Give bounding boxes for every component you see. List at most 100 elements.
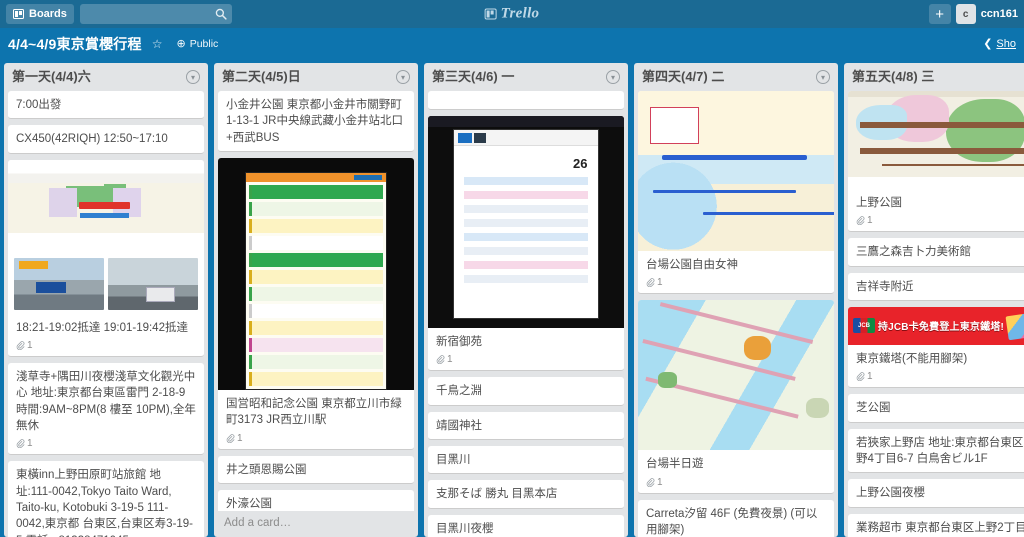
- card-body: Carreta汐留 46F (免費夜景) (可以用腳架): [638, 500, 834, 537]
- card-title: 外濠公園: [226, 497, 272, 510]
- card-title: 吉祥寺附近: [856, 280, 914, 293]
- card-list[interactable]: 小金井公園 東京都小金井市關野町1-13-1 JR中央線武藏小金井站北口+西武B…: [214, 90, 418, 511]
- card[interactable]: CX450(42RIQH) 12:50~17:10: [8, 125, 204, 154]
- card[interactable]: 目黑川夜櫻: [428, 514, 624, 537]
- list-title[interactable]: 第五天(4/8) 三: [852, 69, 1024, 85]
- boards-button-label: Boards: [29, 8, 67, 20]
- chevron-down-icon[interactable]: ▾: [816, 70, 830, 85]
- list: 第五天(4/8) 三▾ 上野公園 1 三鷹之森吉卜力美術館吉祥寺附近 JCB持JCB卡免…: [844, 63, 1024, 537]
- card[interactable]: 7:00出發: [8, 90, 204, 120]
- card[interactable]: 上野公園夜櫻: [848, 479, 1024, 508]
- chevron-down-icon[interactable]: ▾: [396, 70, 410, 85]
- attachment-count: 1: [867, 371, 873, 383]
- card-title: 井之頭恩賜公園: [226, 463, 307, 476]
- attachment-count: 1: [27, 438, 33, 450]
- list-title[interactable]: 第二天(4/5)日: [222, 69, 396, 85]
- board-title[interactable]: 4/4~4/9東京賞櫻行程: [8, 34, 142, 54]
- card-list[interactable]: 台場公園自由女神 1 台場半日遊 1 Carreta汐留 46F (免費夜景) (可以用…: [634, 90, 838, 537]
- avatar: c: [955, 4, 976, 24]
- attachment-badge: 1: [856, 215, 873, 226]
- card-cover-ueno-park-map: [848, 90, 1024, 189]
- card-cover-odaiba-area-map: [638, 300, 834, 451]
- card-body: 東橫inn上野田原町站旅館 地址:111-0042,Tokyo Taito Wa…: [8, 461, 204, 537]
- board-header-bar: 4/4~4/9東京賞櫻行程 ☆ ⊕ Public ❮ Sho: [0, 28, 1024, 59]
- card-badges: 1: [226, 433, 406, 444]
- card-list[interactable]: 上野公園 1 三鷹之森吉卜力美術館 吉祥寺附近 JCB 持JCB卡免費登上東京鐵塔! 東京鐵…: [844, 90, 1024, 537]
- card-badges: 1: [856, 215, 1024, 226]
- card[interactable]: 台場半日遊 1: [638, 300, 834, 494]
- search-input[interactable]: [79, 4, 232, 24]
- card[interactable]: 国営昭和記念公園 東京都立川市緑町3173 JR西立川駅 1: [218, 157, 414, 450]
- card[interactable]: 目黑川: [428, 445, 624, 475]
- card[interactable]: Carreta汐留 46F (免費夜景) (可以用腳架): [638, 499, 834, 537]
- member-menu[interactable]: c ccn161: [955, 4, 1018, 24]
- card[interactable]: 東橫inn上野田原町站旅館 地址:111-0042,Tokyo Taito Wa…: [8, 461, 204, 537]
- card[interactable]: [428, 90, 624, 110]
- list-title[interactable]: 第四天(4/7) 二: [642, 69, 816, 85]
- card-list[interactable]: 7:00出發 CX450(42RIQH) 12:50~17:10 18:21-19:…: [4, 90, 208, 537]
- chevron-down-icon[interactable]: ▾: [186, 70, 200, 85]
- card[interactable]: 芝公園: [848, 394, 1024, 423]
- add-button[interactable]: +: [928, 4, 951, 24]
- card-list[interactable]: 26新宿御苑1千鳥之淵靖國神社目黑川支那そば 勝丸 目黑本店目黑川夜櫻文京Civ…: [424, 90, 628, 537]
- list-header: 第四天(4/7) 二 ▾: [634, 63, 838, 91]
- card-body: 新宿御苑 1: [428, 328, 624, 370]
- attachment-badge: 1: [436, 354, 453, 365]
- attachment-badge: 1: [16, 438, 33, 449]
- card[interactable]: 小金井公園 東京都小金井市關野町1-13-1 JR中央線武藏小金井站北口+西武B…: [218, 90, 414, 152]
- paperclip-icon: [226, 433, 235, 443]
- card-body: 芝公園: [848, 394, 1024, 421]
- star-icon[interactable]: ☆: [152, 37, 163, 51]
- board-visibility-button[interactable]: ⊕ Public: [176, 37, 218, 51]
- card-title: 千鳥之淵: [436, 385, 482, 398]
- card-body: 支那そば 勝丸 目黑本店: [428, 480, 624, 507]
- card-body: 淺草寺+隅田川夜櫻淺草文化觀光中心 地址:東京都台東區雷門 2-18-9 時間:…: [8, 363, 204, 454]
- card-title: 国営昭和記念公園 東京都立川市緑町3173 JR西立川駅: [226, 397, 402, 427]
- card-title: 台場半日遊: [646, 458, 704, 471]
- jcb-card-image: [1005, 311, 1024, 341]
- card[interactable]: 井之頭恩賜公園: [218, 455, 414, 484]
- attachment-badge: 1: [646, 477, 663, 488]
- list-title[interactable]: 第一天(4/4)六: [12, 69, 186, 85]
- card[interactable]: 靖國神社: [428, 411, 624, 440]
- search-container: [74, 4, 232, 24]
- card[interactable]: 吉祥寺附近: [848, 272, 1024, 301]
- card-body: CX450(42RIQH) 12:50~17:10: [8, 125, 204, 152]
- show-menu-button[interactable]: ❮ Sho: [983, 37, 1016, 51]
- chevron-down-icon[interactable]: ▾: [606, 70, 620, 85]
- attachment-count: 1: [867, 215, 873, 227]
- trello-logo[interactable]: Trello: [484, 6, 540, 23]
- card[interactable]: 淺草寺+隅田川夜櫻淺草文化觀光中心 地址:東京都台東區雷門 2-18-9 時間:…: [8, 362, 204, 456]
- add-card-button[interactable]: Add a card…: [214, 511, 418, 537]
- card-body: 靖國神社: [428, 412, 624, 439]
- card[interactable]: 外濠公園: [218, 489, 414, 511]
- card-title: 支那そば 勝丸 目黑本店: [436, 488, 558, 501]
- boards-button[interactable]: Boards: [6, 4, 74, 24]
- card[interactable]: 支那そば 勝丸 目黑本店: [428, 480, 624, 509]
- card-title: 芝公園: [856, 402, 891, 415]
- card-title: 小金井公園 東京都小金井市關野町1-13-1 JR中央線武藏小金井站北口+西武B…: [226, 98, 403, 144]
- card-body: 吉祥寺附近: [848, 273, 1024, 300]
- card-title: 靖國神社: [436, 419, 482, 432]
- member-name: ccn161: [980, 8, 1018, 20]
- card-body: 上野公園 1: [848, 189, 1024, 231]
- card[interactable]: 若狹家上野店 地址:東京都台東区上野4丁目6-7 白鳥舍ビル1F: [848, 428, 1024, 474]
- card[interactable]: 業務超市 東京都台東区上野2丁目3番4号: [848, 513, 1024, 537]
- card[interactable]: 26 新宿御苑 1: [428, 115, 624, 372]
- card-body: 7:00出發: [8, 91, 204, 118]
- card-title: 目黑川: [436, 453, 471, 466]
- card-title: 東京鐵塔(不能用腳架): [856, 352, 968, 365]
- paperclip-icon: [856, 216, 865, 226]
- card[interactable]: 18:21-19:02抵達 19:01-19:42抵達 1: [8, 159, 204, 357]
- card[interactable]: 千鳥之淵: [428, 377, 624, 406]
- card[interactable]: 三鷹之森吉卜力美術館: [848, 238, 1024, 267]
- card[interactable]: 上野公園 1: [848, 90, 1024, 233]
- card[interactable]: JCB 持JCB卡免費登上東京鐵塔! 東京鐵塔(不能用腳架) 1: [848, 306, 1024, 389]
- board-canvas: 第一天(4/4)六 ▾ 7:00出發 CX450(42RIQH) 12:50~17:1…: [0, 59, 1024, 537]
- list-title[interactable]: 第三天(4/6) 一: [432, 69, 606, 85]
- jcb-banner-text: 持JCB卡免費登上東京鐵塔!: [877, 322, 1005, 334]
- card[interactable]: 台場公園自由女神 1: [638, 90, 834, 295]
- list-header: 第一天(4/4)六 ▾: [4, 63, 208, 91]
- card-body: 千鳥之淵: [428, 377, 624, 404]
- attachment-count: 1: [237, 432, 243, 444]
